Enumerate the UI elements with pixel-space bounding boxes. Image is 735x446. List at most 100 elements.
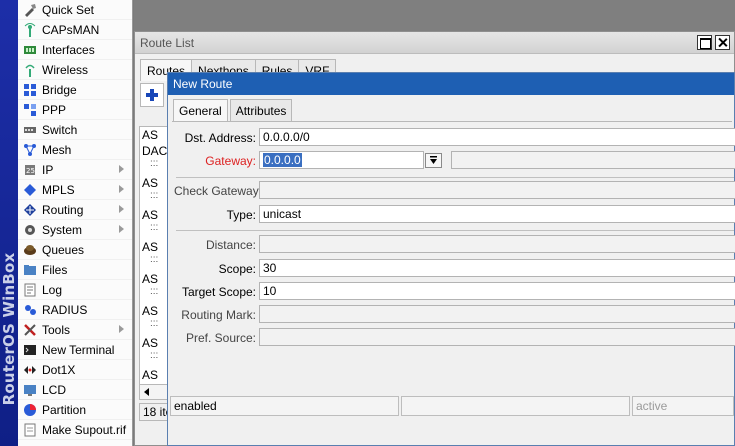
maximize-icon[interactable]	[697, 35, 712, 50]
sidebar-item-label: RADIUS	[42, 302, 88, 317]
distance-field[interactable]	[259, 235, 735, 253]
routing-mark-field[interactable]	[259, 305, 735, 323]
sidebar-item-log[interactable]: Log	[18, 280, 132, 300]
tab-divider	[172, 121, 732, 122]
sidebar-item-label: Files	[42, 262, 68, 277]
sidebar-item-radius[interactable]: RADIUS	[18, 300, 132, 320]
scope-label: Scope:	[218, 262, 256, 276]
sidebar-item-bridge[interactable]: Bridge	[18, 80, 132, 100]
gateway-label: Gateway:	[205, 154, 256, 168]
table-row[interactable]: :::	[140, 255, 168, 271]
table-row[interactable]: DAC	[140, 143, 168, 159]
gateway-secondary-field	[451, 151, 735, 169]
sidebar-item-label: LCD	[42, 382, 67, 397]
sidebar-item-tools[interactable]: Tools	[18, 320, 132, 340]
type-label: Type:	[226, 208, 256, 222]
routing-mark-label: Routing Mark:	[181, 308, 256, 322]
route-list-title: Route List	[135, 32, 734, 54]
sidebar-item-routing[interactable]: Routing	[18, 200, 132, 220]
sidebar-item-label: Log	[42, 282, 63, 297]
table-row[interactable]: :::	[140, 287, 168, 303]
submenu-arrow-icon	[119, 185, 124, 193]
sidebar-item-quick-set[interactable]: Quick Set	[18, 0, 132, 20]
gateway-dropdown-button[interactable]	[425, 153, 442, 168]
table-row[interactable]: :::	[140, 319, 168, 335]
tab-general[interactable]: General	[173, 99, 228, 122]
sidebar-item-files[interactable]: Files	[18, 260, 132, 280]
terminal-icon	[22, 343, 37, 357]
dst-address-field[interactable]: 0.0.0.0/0	[259, 128, 735, 146]
plus-icon	[146, 89, 158, 101]
sidebar-item-ppp[interactable]: PPP	[18, 100, 132, 120]
ppp-icon	[22, 103, 37, 117]
table-row[interactable]: AS	[140, 271, 168, 287]
table-row[interactable]: :::	[140, 159, 168, 175]
table-row[interactable]: AS	[140, 335, 168, 351]
table-row[interactable]: AS	[140, 303, 168, 319]
brand-text: RouterOS WinBox	[0, 252, 18, 406]
type-field[interactable]: unicast	[259, 205, 735, 223]
target-scope-label: Target Scope:	[181, 285, 256, 299]
bridge-icon	[22, 83, 37, 97]
sidebar-item-mpls[interactable]: MPLS	[18, 180, 132, 200]
table-row[interactable]: :::	[140, 223, 168, 239]
table-row[interactable]: :::	[140, 191, 168, 207]
add-button[interactable]	[140, 83, 164, 107]
table-row[interactable]: AS	[140, 239, 168, 255]
tab-attributes[interactable]: Attributes	[229, 99, 293, 121]
sidebar-item-queues[interactable]: Queues	[18, 240, 132, 260]
sidebar-item-make-supout-rif[interactable]: Make Supout.rif	[18, 420, 132, 440]
sidebar-item-label: Bridge	[42, 82, 77, 97]
queues-icon	[22, 243, 37, 257]
sidebar-item-mesh[interactable]: Mesh	[18, 140, 132, 160]
close-icon[interactable]	[715, 35, 730, 50]
pref-source-field[interactable]	[259, 328, 735, 346]
sidebar-item-label: Tools	[42, 322, 71, 337]
table-row[interactable]: :::	[140, 351, 168, 367]
target-scope-field[interactable]: 10	[259, 282, 735, 300]
sidebar-item-system[interactable]: System	[18, 220, 132, 240]
table-row[interactable]: AS	[140, 127, 168, 143]
submenu-arrow-icon	[119, 205, 124, 213]
sidebar-item-label: MPLS	[42, 182, 75, 197]
sidebar-item-switch[interactable]: Switch	[18, 120, 132, 140]
check-gateway-field[interactable]	[259, 181, 735, 199]
supout-icon	[22, 423, 37, 437]
capsman-icon	[22, 22, 37, 37]
scroll-left-icon[interactable]	[144, 388, 149, 396]
horizontal-scrollbar[interactable]	[139, 384, 169, 400]
new-route-title: New Route	[168, 73, 734, 95]
sidebar-item-partition[interactable]: Partition	[18, 400, 132, 420]
submenu-arrow-icon	[119, 165, 124, 173]
sidebar-item-label: Make Supout.rif	[42, 422, 127, 437]
sidebar-item-lcd[interactable]: LCD	[18, 380, 132, 400]
pref-source-label: Pref. Source:	[185, 331, 256, 345]
sidebar-item-label: Interfaces	[42, 42, 95, 57]
status-enabled: enabled	[170, 396, 399, 416]
table-row[interactable]: AS	[140, 367, 168, 383]
sidebar-item-new-terminal[interactable]: New Terminal	[18, 340, 132, 360]
sidebar-menu: Quick Set CAPsMAN Interfaces Wireless Bridge…	[18, 0, 133, 446]
sidebar-item-ip[interactable]: 255 IP	[18, 160, 132, 180]
distance-label: Distance:	[205, 238, 256, 252]
sidebar-item-wireless[interactable]: Wireless	[18, 60, 132, 80]
sidebar-item-label: Switch	[42, 122, 78, 137]
sidebar-item-dot1x[interactable]: Dot1X	[18, 360, 132, 380]
table-row[interactable]: AS	[140, 175, 168, 191]
routing-icon	[22, 203, 37, 217]
status-active: active	[632, 396, 734, 416]
svg-text:255: 255	[26, 167, 37, 175]
gateway-field[interactable]: 0.0.0.0	[259, 151, 424, 169]
scope-field[interactable]: 30	[259, 259, 735, 277]
sidebar-item-label: Routing	[42, 202, 84, 217]
sidebar-item-capsman[interactable]: CAPsMAN	[18, 20, 132, 40]
table-row[interactable]: AS	[140, 207, 168, 223]
status-middle	[401, 396, 630, 416]
check-gateway-label: Check Gateway:	[174, 184, 263, 198]
partition-icon	[22, 403, 37, 417]
submenu-arrow-icon	[119, 325, 124, 333]
submenu-arrow-icon	[119, 225, 124, 233]
sidebar-item-label: Wireless	[42, 62, 89, 77]
files-icon	[22, 263, 37, 277]
sidebar-item-interfaces[interactable]: Interfaces	[18, 40, 132, 60]
